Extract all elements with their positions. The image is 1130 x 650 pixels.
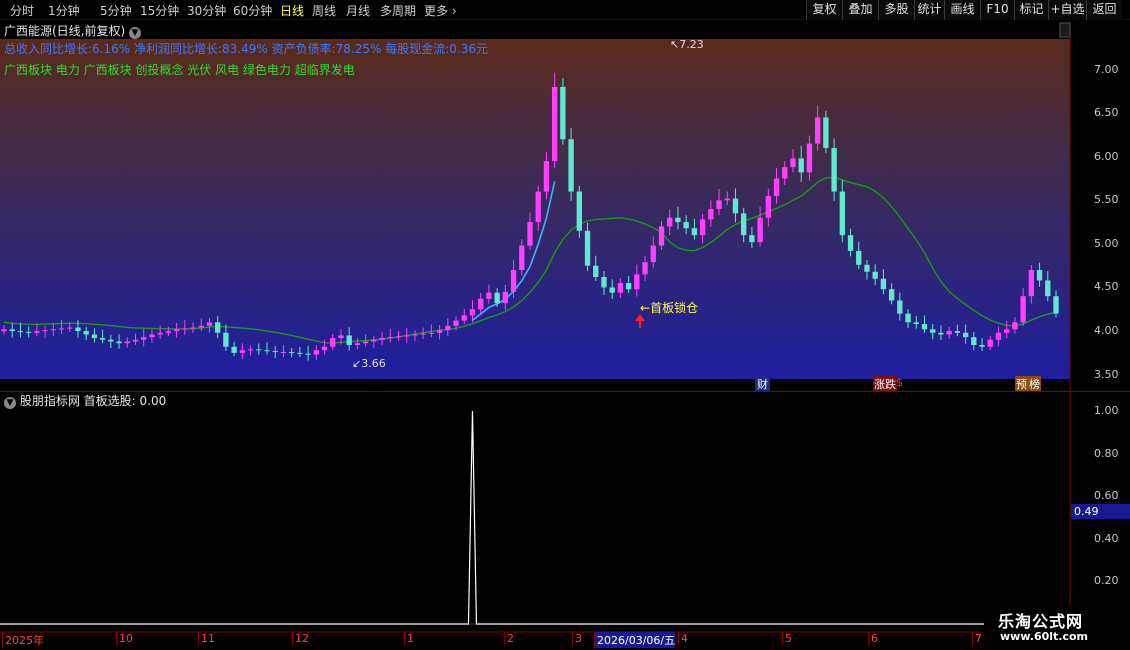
financial-summary: 总收入同比增长:6.16% 净利润同比增长:83.49% 资产负债率:78.25…	[4, 42, 488, 56]
indicator-axis-label: 0.80	[1094, 446, 1119, 460]
signal-annotation: ←首板锁仓	[640, 301, 699, 315]
concept-tags: 广西板块 电力 广西板块 创投概念 光伏 风电 绿色电力 超临界发电	[4, 63, 355, 77]
time-axis-label: 4	[678, 632, 688, 645]
indicator-title: 股朋指标网 首板选股: 0.00	[19, 394, 167, 408]
price-axis-label: 5.00	[1094, 236, 1119, 250]
price-axis-label: 4.50	[1094, 280, 1119, 294]
signal-label: 首板锁仓	[650, 301, 699, 315]
main-kline-panel[interactable]: 广西能源(日线,前复权) ▼ 总收入同比增长:6.16% 净利润同比增长:83.…	[0, 21, 1130, 392]
period-tab-weekly[interactable]: 周线	[312, 2, 336, 19]
scroll-handle[interactable]	[1059, 22, 1071, 38]
indicator-signal-line	[0, 410, 1070, 625]
time-axis-ticks	[0, 631, 980, 633]
period-tab-daily[interactable]: 日线	[280, 2, 304, 19]
time-axis-label: 11	[198, 632, 215, 645]
period-tab-1min[interactable]: 1分钟	[48, 2, 80, 19]
multi-stock-button[interactable]: 多股	[878, 0, 914, 20]
stock-title-row: 广西能源(日线,前复权) ▼	[4, 22, 142, 39]
period-tab-5min[interactable]: 5分钟	[100, 2, 132, 19]
time-axis-label: 3	[572, 632, 582, 645]
high-price-value: 7.23	[679, 38, 704, 51]
indicator-axis-label: 1.00	[1094, 404, 1119, 417]
panel-divider	[0, 391, 1130, 392]
period-tab-60min[interactable]: 60分钟	[233, 2, 272, 19]
indicator-axis-label: 0.20	[1094, 574, 1119, 588]
price-axis-label: 6.50	[1094, 106, 1119, 120]
event-tag-dollar[interactable]: $	[896, 376, 903, 389]
indicator-axis-label: 0.40	[1094, 531, 1119, 545]
time-axis-label: 5	[782, 632, 792, 645]
draw-line-button[interactable]: 画线	[944, 0, 980, 20]
more-label: 更多	[424, 4, 449, 18]
chevron-down-icon[interactable]: ▼	[129, 27, 142, 39]
time-axis-label: 10	[116, 632, 133, 645]
event-tag-forecast[interactable]: 预	[1015, 376, 1028, 392]
period-tab-multi[interactable]: 多周期	[380, 2, 416, 19]
chevron-right-icon: ›	[451, 4, 457, 18]
price-axis-label: 5.50	[1094, 193, 1119, 207]
indicator-chart[interactable]	[0, 391, 1130, 631]
high-price-label: ↖7.23	[670, 38, 704, 51]
time-axis-label: 12	[292, 632, 309, 645]
indicator-axis-label: 0.60	[1094, 489, 1119, 503]
price-axis-label: 3.50	[1094, 367, 1119, 381]
watermark-title: 乐淘公式网	[998, 612, 1084, 631]
chevron-down-icon[interactable]: ▼	[4, 397, 16, 409]
low-price-value: 3.66	[361, 357, 386, 370]
event-tag-limit[interactable]: 涨跌	[873, 376, 897, 392]
mark-button[interactable]: 标记	[1014, 0, 1048, 20]
indicator-title-row: ▼ 股朋指标网 首板选股: 0.00	[4, 392, 166, 409]
overlay-button[interactable]: 叠加	[842, 0, 878, 20]
event-tag-finance[interactable]: 财	[755, 376, 770, 392]
price-axis-label: 4.00	[1094, 324, 1119, 338]
period-tab-intraday[interactable]: 分时	[10, 2, 34, 19]
period-tab-30min[interactable]: 30分钟	[187, 2, 226, 19]
back-button[interactable]: 返回	[1086, 0, 1122, 20]
time-axis-label: 7	[972, 632, 982, 645]
candle	[551, 72, 558, 168]
watermark-url: www.60lt.com	[1000, 630, 1089, 643]
stats-button[interactable]: 统计	[914, 0, 944, 20]
time-axis-label: 6	[868, 632, 878, 645]
price-axis-label: 7.00	[1094, 62, 1119, 76]
period-tab-monthly[interactable]: 月线	[346, 2, 370, 19]
period-toolbar: 分时 1分钟 5分钟 15分钟 30分钟 60分钟 日线 周线 月线 多周期 更…	[0, 0, 1130, 20]
adjust-button[interactable]: 复权	[806, 0, 842, 20]
time-axis: 2025年 10 11 12 1 2 3 2026/03/06/五 4 5 6 7	[0, 631, 1130, 650]
time-axis-label: 1	[404, 632, 414, 645]
current-value-label: 0.49	[1074, 505, 1099, 518]
candle	[560, 78, 566, 145]
indicator-panel[interactable]: ▼ 股朋指标网 首板选股: 0.00 0.49 1.00 0.80 0.60 0.40…	[0, 391, 1130, 631]
watermark: 乐淘公式网 www.60lt.com	[984, 606, 1130, 650]
f10-button[interactable]: F10	[980, 0, 1014, 20]
low-price-label: ↙3.66	[352, 357, 386, 370]
period-tab-more[interactable]: 更多 ›	[424, 2, 457, 19]
stock-title: 广西能源(日线,前复权)	[4, 24, 126, 38]
event-tag-ranking[interactable]: 榜	[1028, 376, 1041, 392]
time-axis-label: 2025年	[2, 632, 44, 648]
candle	[576, 185, 582, 238]
time-axis-label: 2	[504, 632, 514, 645]
cursor-date-label: 2026/03/06/五	[594, 632, 676, 648]
price-axis-label: 6.00	[1094, 149, 1119, 163]
period-tab-15min[interactable]: 15分钟	[140, 2, 179, 19]
add-favorite-button[interactable]: +自选	[1048, 0, 1086, 20]
